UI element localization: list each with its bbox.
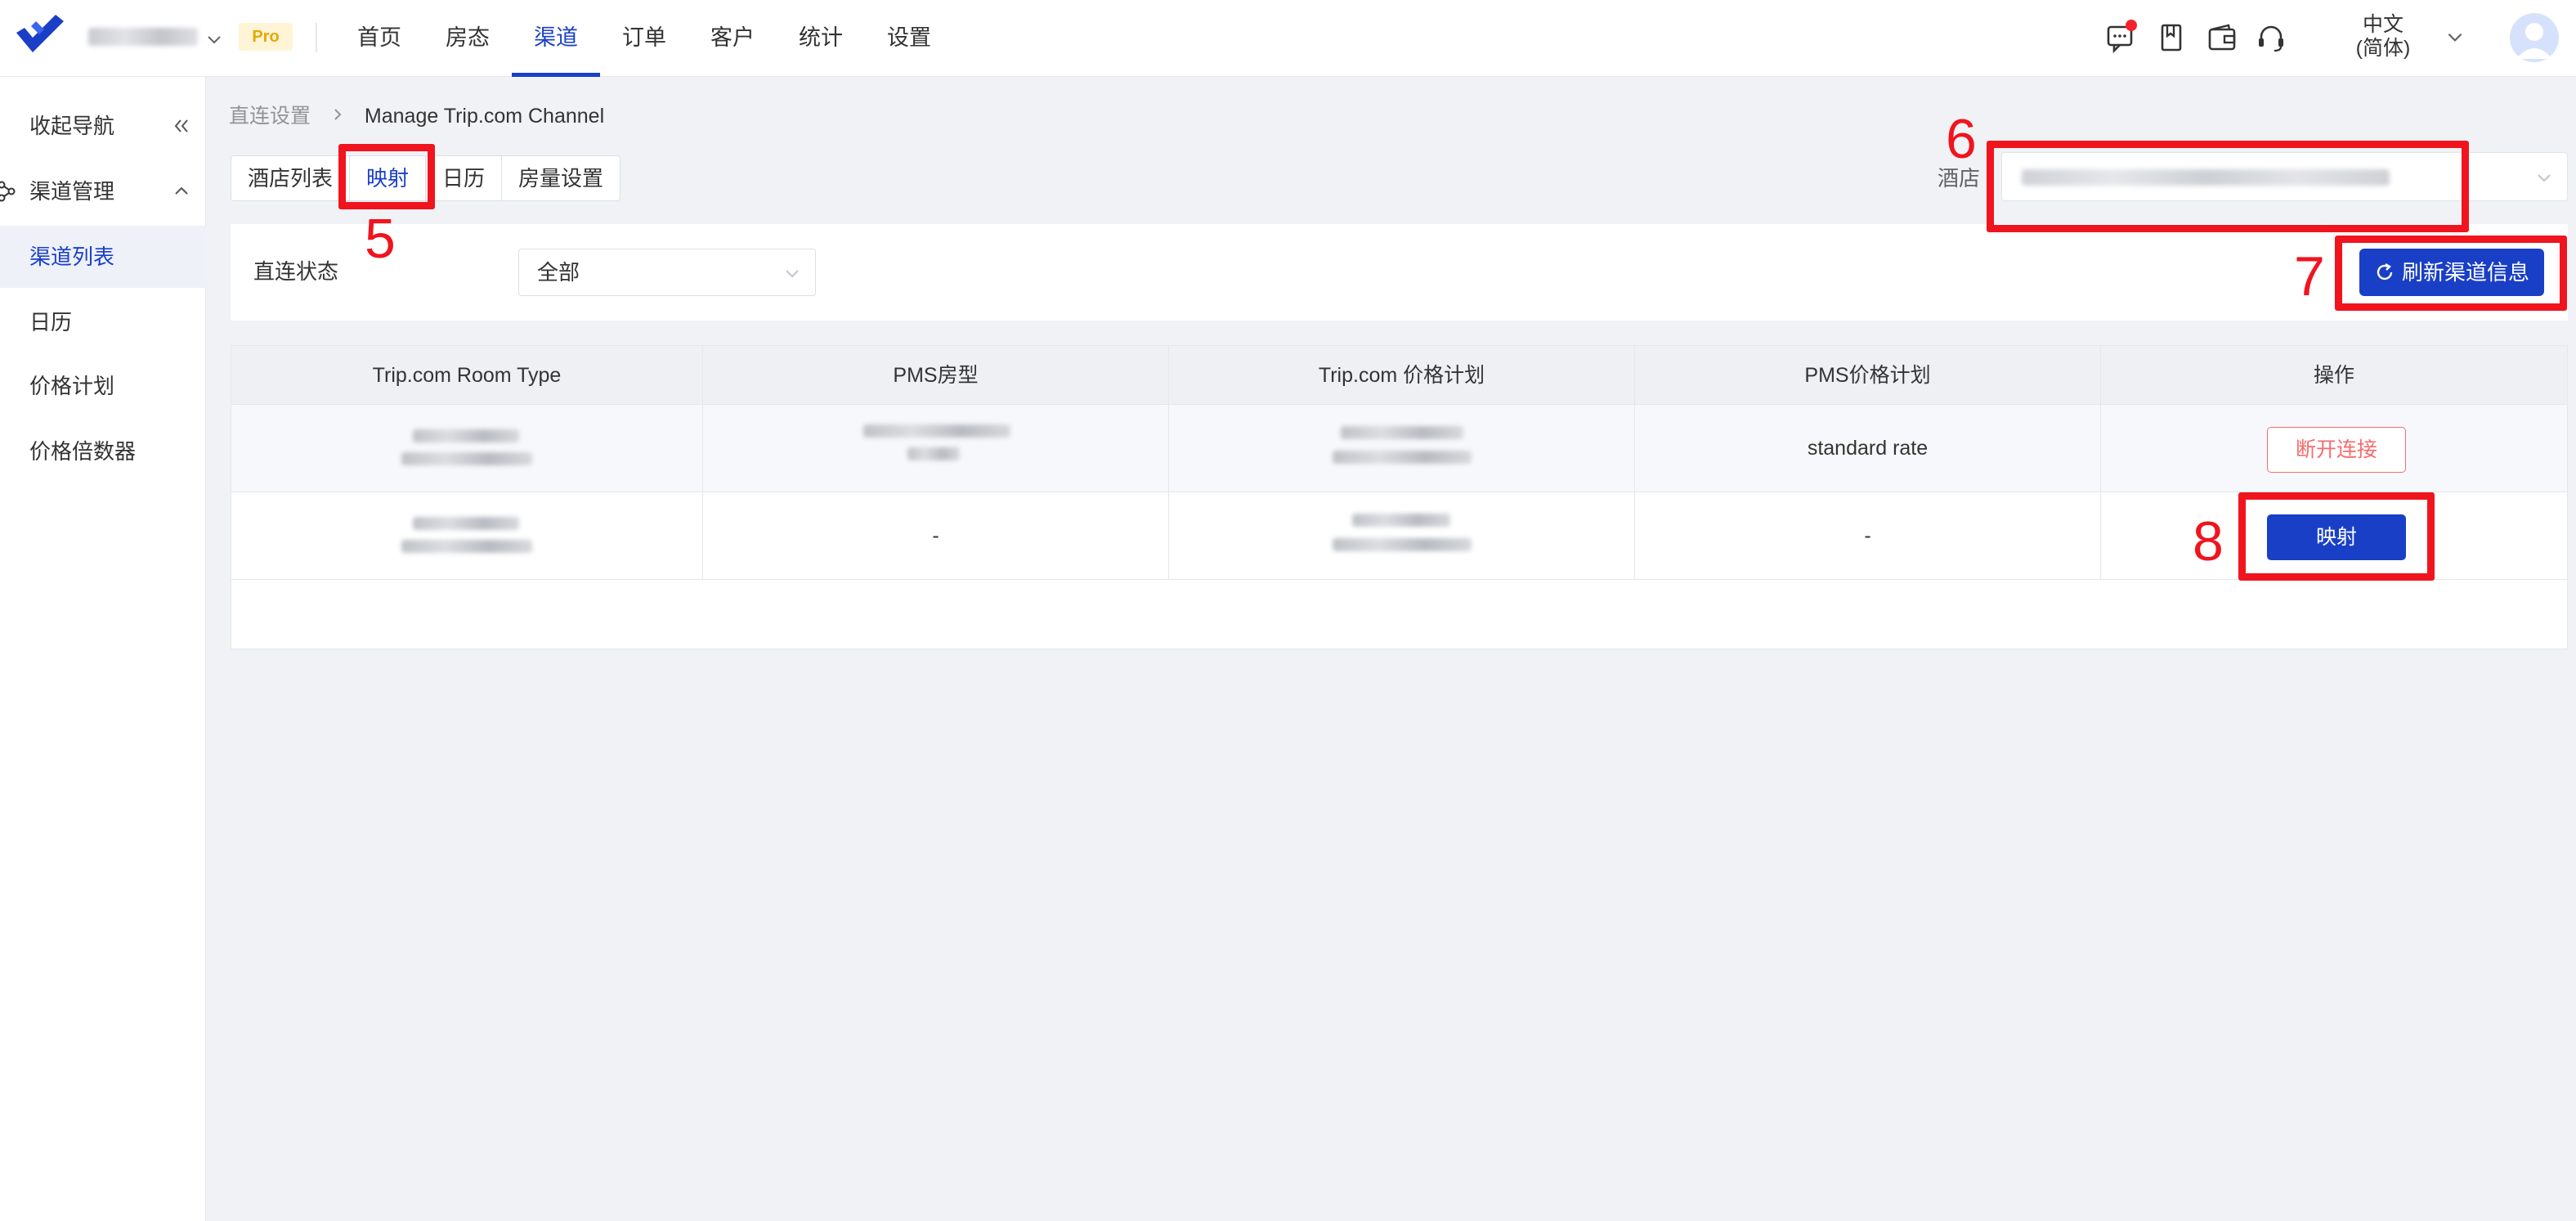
- nav-statistics[interactable]: 统计: [777, 0, 865, 77]
- column-header: PMS价格计划: [1635, 346, 2101, 405]
- annotation-box-5: [338, 144, 435, 209]
- wallet-icon[interactable]: [2206, 21, 2238, 54]
- tab-inventory-settings[interactable]: 房量设置: [502, 156, 620, 200]
- chevron-down-icon[interactable]: [2444, 26, 2466, 47]
- breadcrumb: 直连设置 Manage Trip.com Channel: [229, 101, 604, 131]
- annotation-number-7: 7: [2294, 245, 2325, 307]
- language-switcher[interactable]: 中文 (简体): [2338, 13, 2428, 61]
- annotation-number-8: 8: [2193, 510, 2224, 572]
- sidebar-item-label: 日历: [29, 310, 73, 334]
- nav-home[interactable]: 首页: [335, 0, 423, 77]
- table-header: Trip.com Room Type PMS房型 Trip.com 价格计划 P…: [231, 346, 2567, 405]
- language-label-line1: 中文: [2362, 13, 2404, 36]
- annotation-box-7: [2335, 236, 2567, 311]
- collapse-nav-label: 收起导航: [29, 114, 115, 138]
- cell-trip-rate-plan: [1169, 492, 1635, 579]
- sidebar-group-label: 渠道管理: [29, 179, 115, 204]
- redacted-text: [1333, 451, 1472, 464]
- tab-calendar[interactable]: 日历: [426, 156, 503, 200]
- sidebar-group-channel-management[interactable]: 渠道管理: [0, 160, 206, 222]
- pms-room-type-value: -: [932, 524, 939, 547]
- logo-icon[interactable]: [11, 13, 69, 62]
- cell-trip-room-type: [231, 405, 703, 492]
- user-icon: [2516, 23, 2552, 59]
- redacted-text: [401, 452, 532, 465]
- annotation-box-8: [2238, 492, 2435, 581]
- sidebar-item-rate-multiplier[interactable]: 价格倍数器: [0, 420, 206, 483]
- table-row: standard rate: [231, 405, 2567, 492]
- book-icon[interactable]: [2155, 21, 2188, 54]
- column-header: Trip.com Room Type: [231, 346, 703, 405]
- redacted-text: [863, 424, 1010, 438]
- nav-room-status[interactable]: 房态: [423, 0, 512, 77]
- nav-channel[interactable]: 渠道: [512, 0, 600, 77]
- annotation-number-6: 6: [1946, 108, 1977, 170]
- connection-status-label: 直连状态: [253, 259, 339, 284]
- pms-rate-plan-value: standard rate: [1807, 437, 1929, 460]
- language-label-line2: (简体): [2355, 37, 2411, 60]
- tab-hotel-list[interactable]: 酒店列表: [231, 156, 351, 200]
- pms-rate-plan-value: -: [1864, 524, 1871, 547]
- annotation-box-6: [1987, 141, 2469, 232]
- sidebar-item-label: 价格倍数器: [29, 439, 137, 464]
- mapping-table: Trip.com Room Type PMS房型 Trip.com 价格计划 P…: [231, 345, 2568, 649]
- filter-panel: 直连状态 全部 刷新渠道信息: [231, 224, 2568, 321]
- redacted-text: [1341, 426, 1463, 439]
- column-header: Trip.com 价格计划: [1169, 346, 1635, 405]
- column-header: 操作: [2313, 364, 2354, 387]
- cell-pms-room-type: [703, 405, 1169, 492]
- avatar[interactable]: [2510, 13, 2559, 62]
- redacted-text: [413, 429, 519, 442]
- chevron-right-icon: [331, 101, 344, 131]
- cell-trip-room-type: [231, 492, 703, 579]
- nav-customers[interactable]: 客户: [688, 0, 777, 77]
- sidebar: 收起导航 渠道管理 渠道列表 日历 价格计划 价格倍数器: [0, 77, 206, 1221]
- chevron-down-icon[interactable]: [204, 29, 224, 49]
- redacted-text: [413, 517, 519, 530]
- cell-trip-rate-plan: [1169, 405, 1635, 492]
- nav-orders[interactable]: 订单: [600, 0, 688, 77]
- redacted-text: [907, 447, 960, 460]
- breadcrumb-parent[interactable]: 直连设置: [229, 105, 311, 128]
- redacted-text: [1333, 538, 1472, 551]
- breadcrumb-current: Manage Trip.com Channel: [364, 105, 605, 128]
- sidebar-item-label: 价格计划: [29, 374, 115, 398]
- connection-status-select[interactable]: 全部: [518, 249, 816, 296]
- main-nav: 首页 房态 渠道 订单 客户 统计 设置: [335, 0, 953, 77]
- chevron-down-icon: [2538, 174, 2551, 182]
- sidebar-item-label: 渠道列表: [29, 245, 115, 269]
- notification-dot: [2126, 20, 2137, 31]
- nav-settings[interactable]: 设置: [865, 0, 953, 77]
- annotation-number-5: 5: [365, 208, 396, 270]
- chevron-down-icon: [786, 270, 799, 278]
- cell-pms-rate-plan: standard rate: [1635, 405, 2101, 492]
- sidebar-item-rate-plan[interactable]: 价格计划: [0, 355, 206, 417]
- disconnect-button[interactable]: 断开连接: [2267, 427, 2406, 473]
- chevron-up-icon: [175, 186, 188, 195]
- cell-pms-room-type: -: [703, 492, 1169, 579]
- channel-icon: [0, 181, 16, 202]
- account-name-redacted[interactable]: [88, 28, 198, 46]
- redacted-text: [401, 540, 532, 553]
- collapse-nav-button[interactable]: 收起导航: [0, 95, 206, 157]
- pro-badge: Pro: [239, 23, 293, 51]
- sidebar-item-channel-list[interactable]: 渠道列表: [0, 226, 206, 288]
- column-header: PMS房型: [703, 346, 1169, 405]
- top-bar: Pro 首页 房态 渠道 订单 客户 统计 设置 中文 (简体): [0, 0, 2576, 77]
- sidebar-item-calendar[interactable]: 日历: [0, 291, 206, 353]
- double-chevron-left-icon: [174, 119, 188, 132]
- connection-status-value: 全部: [537, 260, 580, 285]
- cell-pms-rate-plan: -: [1635, 492, 2101, 579]
- redacted-text: [1352, 514, 1450, 527]
- headset-icon[interactable]: [2255, 21, 2287, 54]
- divider: [316, 23, 317, 52]
